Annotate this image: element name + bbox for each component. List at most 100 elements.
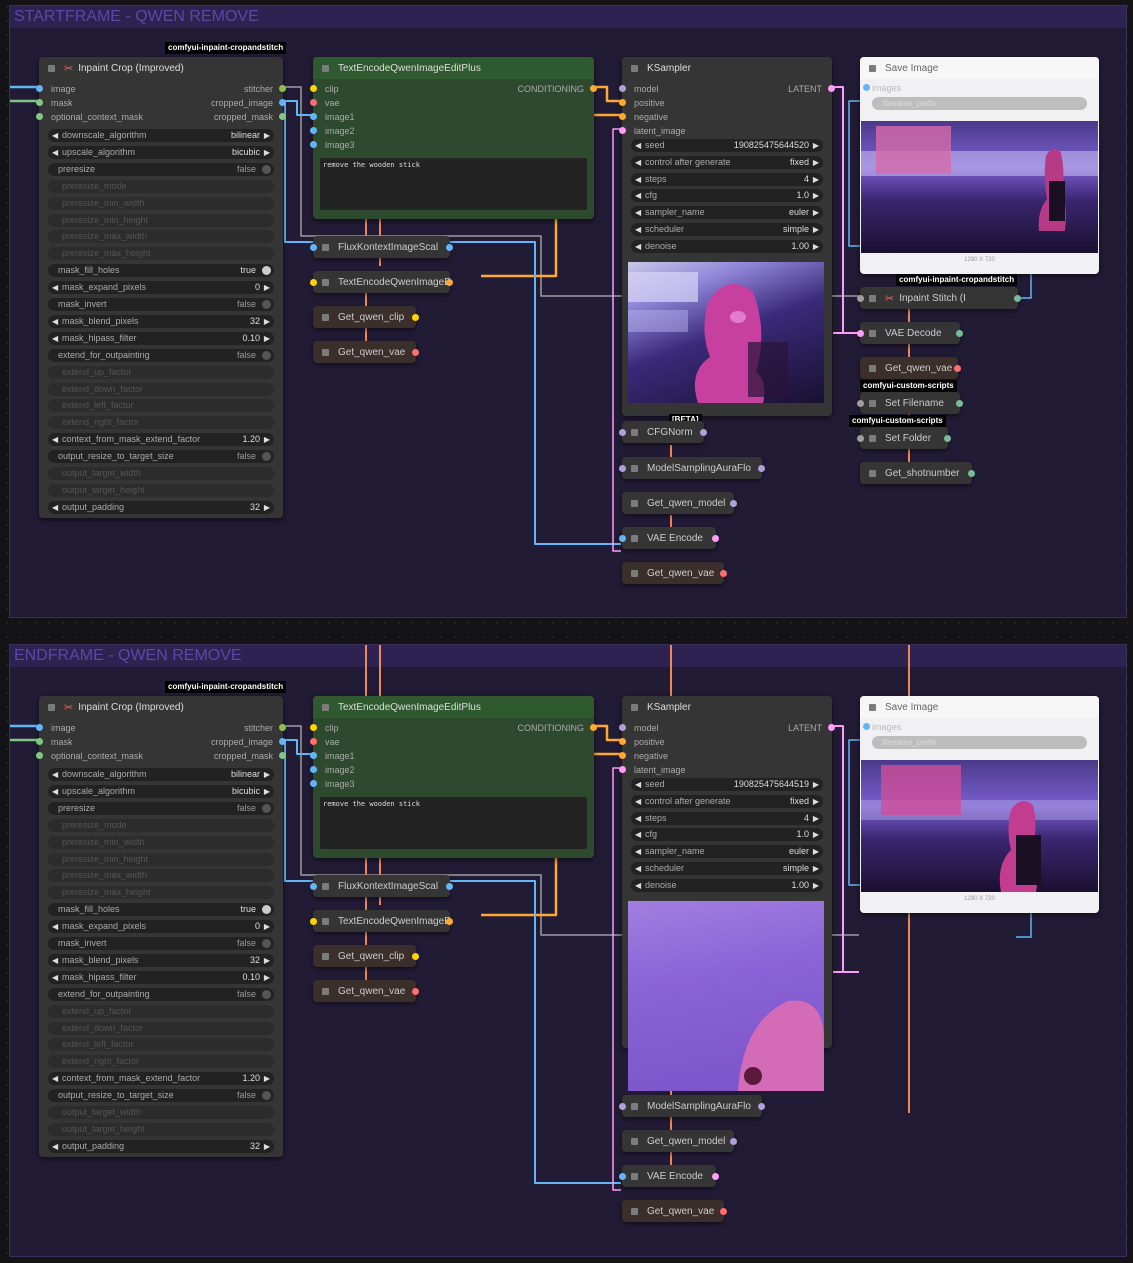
- node-get-qwen-vae[interactable]: Get_qwen_vae: [860, 357, 961, 379]
- node-get-qwen-clip[interactable]: Get_qwen_clip: [313, 945, 419, 967]
- output-slot-cropped-image[interactable]: cropped_image: [39, 96, 286, 110]
- input-pin[interactable]: [619, 1173, 626, 1180]
- widget-mask-blend-pixels[interactable]: ◀ ▶ mask_blend_pixels 32: [48, 953, 274, 967]
- widget-output-target-height[interactable]: output_target_height: [48, 1122, 274, 1136]
- output-pin[interactable]: [446, 883, 453, 890]
- node-header[interactable]: KSampler: [622, 696, 832, 718]
- output-pin[interactable]: [828, 85, 835, 92]
- widget-denoise[interactable]: ◀ ▶ denoise 1.00: [631, 239, 823, 253]
- decrement-arrow-icon[interactable]: ◀: [635, 828, 641, 841]
- increment-arrow-icon[interactable]: ▶: [264, 129, 270, 142]
- toggle-knob-icon[interactable]: [262, 164, 271, 174]
- output-pin[interactable]: [279, 738, 286, 745]
- output-pin[interactable]: [590, 85, 597, 92]
- collapse-dot-icon[interactable]: [631, 1172, 638, 1180]
- output-pin[interactable]: [956, 400, 963, 407]
- widget-preresize-mode[interactable]: preresize_mode: [48, 818, 274, 832]
- input-slot-image1[interactable]: image1: [310, 110, 594, 124]
- widget-preresize-min-height[interactable]: preresize_min_height: [48, 852, 274, 866]
- widget-mask-fill-holes[interactable]: mask_fill_holes true: [48, 264, 274, 278]
- widget-mask-invert[interactable]: mask_invert false: [48, 937, 274, 950]
- widget-preresize-min-width[interactable]: preresize_min_width: [48, 835, 274, 849]
- node-get-qwen-clip[interactable]: Get_qwen_clip: [313, 306, 419, 328]
- group-startframe[interactable]: STARTFRAME - QWEN REMOVE ✂ Inpaint Crop (I…: [9, 5, 1127, 618]
- increment-arrow-icon[interactable]: ▶: [813, 862, 819, 875]
- collapse-dot-icon[interactable]: [48, 64, 55, 72]
- increment-arrow-icon[interactable]: ▶: [264, 146, 270, 159]
- decrement-arrow-icon[interactable]: ◀: [52, 768, 58, 781]
- node-model-sampling-aura[interactable]: ModelSamplingAuraFlo: [619, 457, 765, 479]
- toggle-knob-icon[interactable]: [262, 989, 271, 999]
- widget-mask-expand-pixels[interactable]: ◀ ▶ mask_expand_pixels 0: [48, 920, 274, 934]
- group-title[interactable]: STARTFRAME - QWEN REMOVE: [10, 6, 1126, 28]
- output-pin[interactable]: [412, 953, 419, 960]
- widget-preresize-min-width[interactable]: preresize_min_width: [48, 196, 274, 210]
- increment-arrow-icon[interactable]: ▶: [264, 501, 270, 514]
- output-pin[interactable]: [279, 113, 286, 120]
- toggle-knob-icon[interactable]: [262, 350, 271, 360]
- decrement-arrow-icon[interactable]: ◀: [635, 778, 641, 791]
- increment-arrow-icon[interactable]: ▶: [264, 785, 270, 798]
- output-pin[interactable]: [758, 465, 765, 472]
- decrement-arrow-icon[interactable]: ◀: [635, 173, 641, 186]
- node-inpaint-crop[interactable]: ✂ Inpaint Crop (Improved) image mask optiona…: [36, 696, 286, 1157]
- decrement-arrow-icon[interactable]: ◀: [635, 223, 641, 236]
- widget-denoise[interactable]: ◀ ▶ denoise 1.00: [631, 878, 823, 892]
- input-slot-image3[interactable]: image3: [310, 138, 594, 152]
- node-model-sampling-aura[interactable]: ModelSamplingAuraFlo: [619, 1095, 765, 1117]
- increment-arrow-icon[interactable]: ▶: [813, 240, 819, 253]
- input-slot-negative[interactable]: negative: [619, 749, 832, 763]
- input-pin[interactable]: [619, 465, 626, 472]
- input-pin[interactable]: [310, 99, 317, 106]
- widget-output-padding[interactable]: ◀ ▶ output_padding 32: [48, 1139, 274, 1153]
- node-inpaint-crop[interactable]: ✂ Inpaint Crop (Improved) image mask optiona…: [36, 57, 286, 518]
- input-slot-positive[interactable]: positive: [619, 735, 832, 749]
- decrement-arrow-icon[interactable]: ◀: [52, 146, 58, 159]
- input-pin[interactable]: [619, 738, 626, 745]
- node-get-qwen-model[interactable]: Get_qwen_model: [622, 1130, 737, 1152]
- widget-extend-up-factor[interactable]: extend_up_factor: [48, 365, 274, 379]
- increment-arrow-icon[interactable]: ▶: [264, 281, 270, 294]
- output-pin[interactable]: [968, 470, 975, 477]
- widget-mask-fill-holes[interactable]: mask_fill_holes true: [48, 903, 274, 917]
- node-ksampler[interactable]: KSampler model positive negative latent_imag…: [619, 696, 835, 1091]
- decrement-arrow-icon[interactable]: ◀: [52, 920, 58, 933]
- output-pin[interactable]: [1014, 295, 1021, 302]
- increment-arrow-icon[interactable]: ▶: [813, 156, 819, 169]
- widget-extend-for-outpainting[interactable]: extend_for_outpainting false: [48, 987, 274, 1001]
- increment-arrow-icon[interactable]: ▶: [264, 315, 270, 328]
- increment-arrow-icon[interactable]: ▶: [264, 1072, 270, 1085]
- decrement-arrow-icon[interactable]: ◀: [635, 189, 641, 202]
- collapse-dot-icon[interactable]: [322, 882, 329, 890]
- output-pin[interactable]: [446, 279, 453, 286]
- output-pin[interactable]: [446, 918, 453, 925]
- node-text-encode-qwen[interactable]: TextEncodeQwenImageEditPlus clip vae image1…: [310, 696, 597, 858]
- widget-output-padding[interactable]: ◀ ▶ output_padding 32: [48, 500, 274, 514]
- widget-mask-invert[interactable]: mask_invert false: [48, 298, 274, 311]
- widget-preresize-mode[interactable]: preresize_mode: [48, 179, 274, 193]
- output-slot-latent[interactable]: LATENT: [622, 82, 835, 96]
- widget-sampler-name[interactable]: ◀ ▶ sampler_name euler: [631, 206, 823, 220]
- node-header[interactable]: ✂ Inpaint Crop (Improved): [39, 696, 283, 718]
- decrement-arrow-icon[interactable]: ◀: [52, 433, 58, 446]
- widget-downscale-algorithm[interactable]: ◀ ▶ downscale_algorithm bilinear: [48, 129, 274, 142]
- collapse-dot-icon[interactable]: [322, 348, 329, 356]
- output-pin[interactable]: [279, 752, 286, 759]
- widget-preresize[interactable]: preresize false: [48, 162, 274, 176]
- input-slot-positive[interactable]: positive: [619, 96, 832, 110]
- widget-extend-for-outpainting[interactable]: extend_for_outpainting false: [48, 348, 274, 362]
- node-header[interactable]: ✂ Inpaint Crop (Improved): [39, 57, 283, 79]
- widget-preresize-max-width[interactable]: preresize_max_width: [48, 869, 274, 883]
- increment-arrow-icon[interactable]: ▶: [813, 223, 819, 236]
- collapse-dot-icon[interactable]: [869, 364, 876, 372]
- increment-arrow-icon[interactable]: ▶: [264, 1140, 270, 1153]
- collapse-dot-icon[interactable]: [322, 313, 329, 321]
- widget-steps[interactable]: ◀ ▶ steps 4: [631, 172, 823, 186]
- toggle-knob-icon[interactable]: [262, 300, 271, 309]
- widget-upscale-algorithm[interactable]: ◀ ▶ upscale_algorithm bicubic: [48, 145, 274, 159]
- decrement-arrow-icon[interactable]: ◀: [635, 845, 641, 858]
- input-slot-negative[interactable]: negative: [619, 110, 832, 124]
- output-slot-conditioning[interactable]: CONDITIONING: [313, 721, 597, 735]
- node-header[interactable]: Save Image: [860, 57, 1099, 79]
- input-pin[interactable]: [310, 113, 317, 120]
